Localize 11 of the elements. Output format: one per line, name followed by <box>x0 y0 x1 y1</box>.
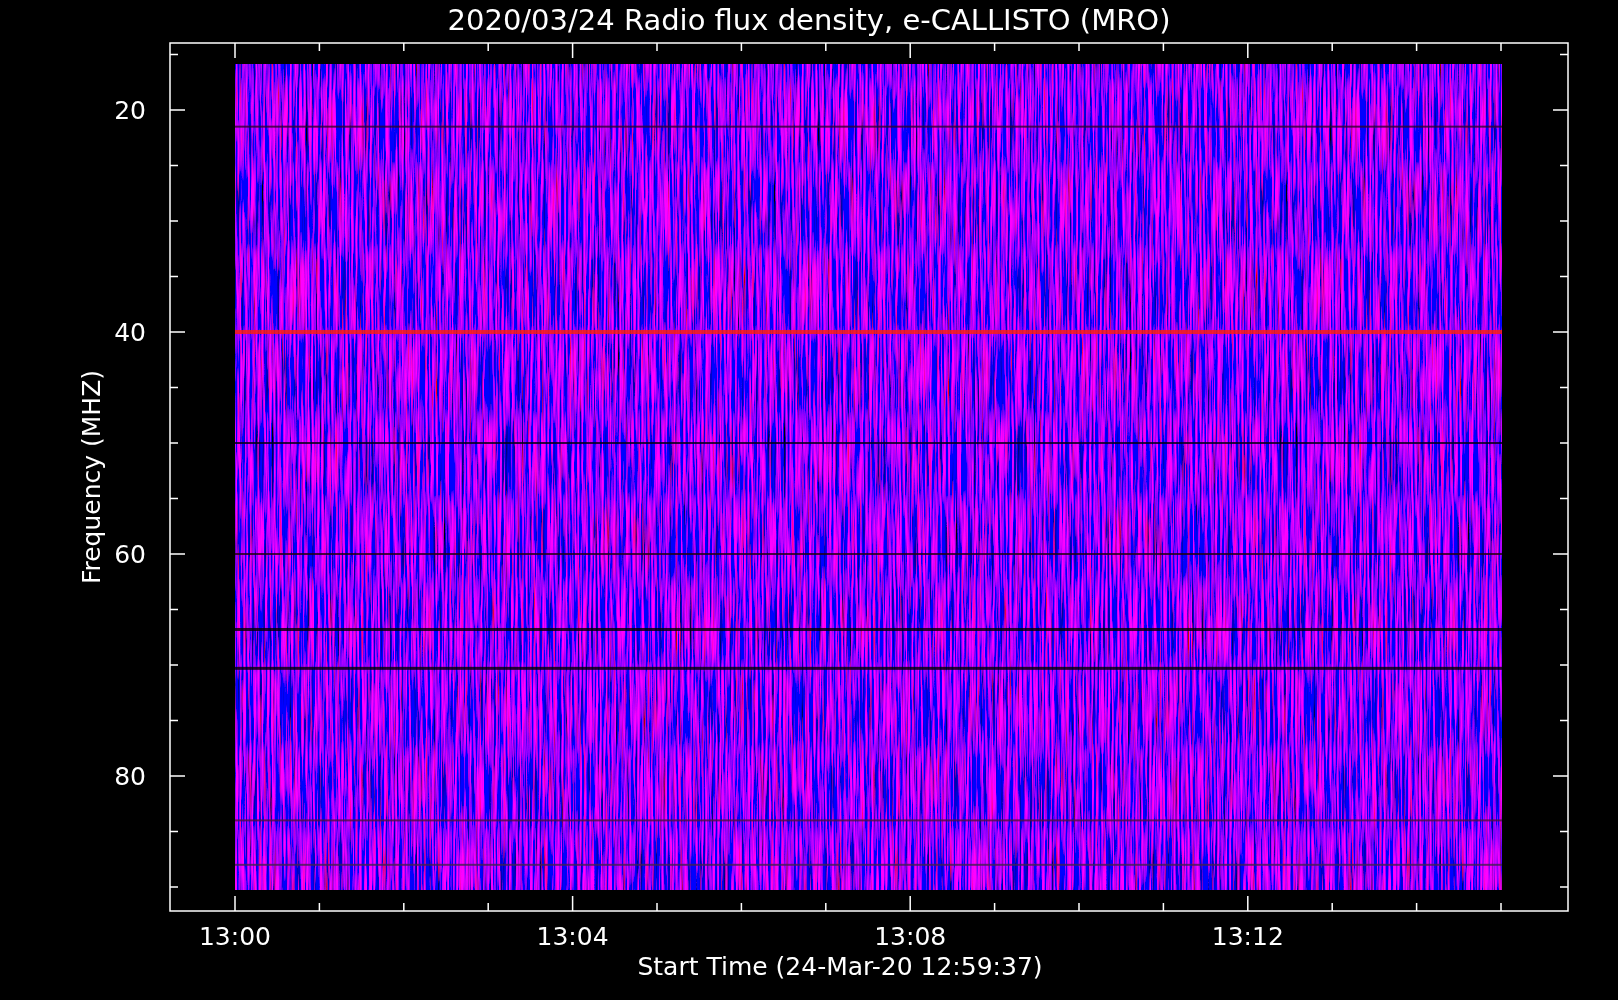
tick-label: 20 <box>114 96 146 125</box>
tick-label: 40 <box>114 318 146 347</box>
tick-label: 60 <box>114 540 146 569</box>
axis-label: Frequency (MHZ) <box>77 369 106 585</box>
tick-label: 80 <box>114 762 146 791</box>
tick-label: 13:08 <box>874 922 947 951</box>
tick-label: 13:04 <box>536 922 609 951</box>
tick-label: 13:00 <box>199 922 271 951</box>
axis-label: Start Time (24-Mar-20 12:59:37) <box>637 952 1043 981</box>
tick-label: 13:12 <box>1211 922 1284 951</box>
chart-title: 2020/03/24 Radio flux density, e-CALLISTO (MRO) <box>447 3 1171 37</box>
